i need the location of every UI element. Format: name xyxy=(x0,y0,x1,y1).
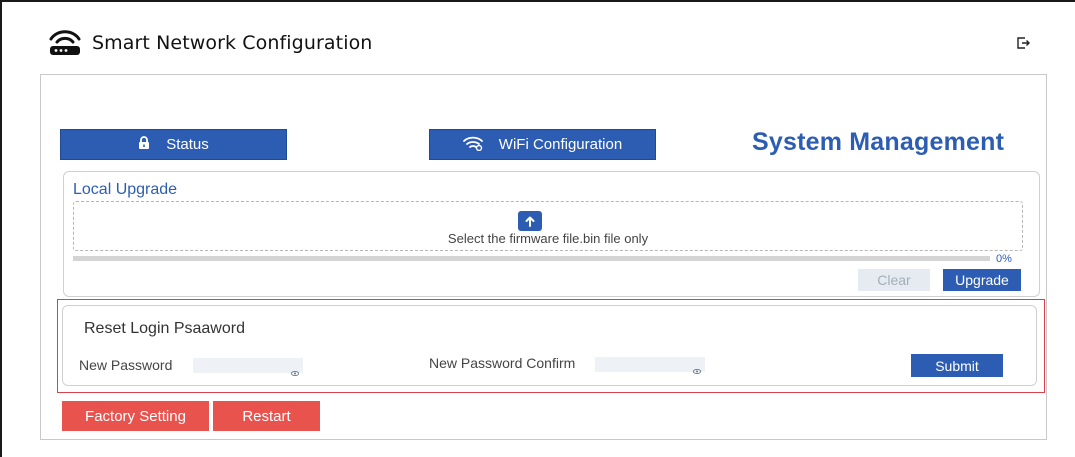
clear-button[interactable]: Clear xyxy=(858,269,930,291)
submit-button[interactable]: Submit xyxy=(911,354,1003,377)
reset-password-title: Reset Login Psaaword xyxy=(84,320,245,337)
confirm-password-label: New Password Confirm xyxy=(429,355,576,371)
factory-setting-button[interactable]: Factory Setting xyxy=(62,401,209,431)
new-password-label: New Password xyxy=(79,357,173,373)
reset-password-section xyxy=(62,305,1037,386)
confirm-password-input[interactable] xyxy=(595,357,705,372)
restart-button[interactable]: Restart xyxy=(213,401,320,431)
eye-icon[interactable] xyxy=(692,361,702,375)
dropzone-instructions: Select the firmware file.bin file only xyxy=(447,231,649,246)
status-tab-button[interactable]: Status xyxy=(60,129,287,160)
new-password-input[interactable] xyxy=(193,358,303,373)
eye-icon[interactable] xyxy=(290,363,300,377)
app-title: Smart Network Configuration xyxy=(92,32,373,54)
page-heading: System Management xyxy=(752,128,1005,156)
app-header: Smart Network Configuration xyxy=(48,28,372,58)
wifi-icon xyxy=(462,135,483,155)
wifi-configuration-tab-label: WiFi Configuration xyxy=(498,136,623,153)
upgrade-button[interactable]: Upgrade xyxy=(943,269,1021,291)
lock-icon xyxy=(138,136,150,153)
logout-icon[interactable] xyxy=(1016,36,1030,50)
wifi-configuration-tab-button[interactable]: WiFi Configuration xyxy=(429,129,656,160)
local-upgrade-title: Local Upgrade xyxy=(73,181,178,198)
router-wifi-icon xyxy=(48,30,82,56)
status-tab-label: Status xyxy=(166,136,209,153)
upgrade-progress-label: 0% xyxy=(996,253,1012,265)
upgrade-progress-bar xyxy=(73,256,990,261)
upload-icon[interactable] xyxy=(518,211,542,231)
